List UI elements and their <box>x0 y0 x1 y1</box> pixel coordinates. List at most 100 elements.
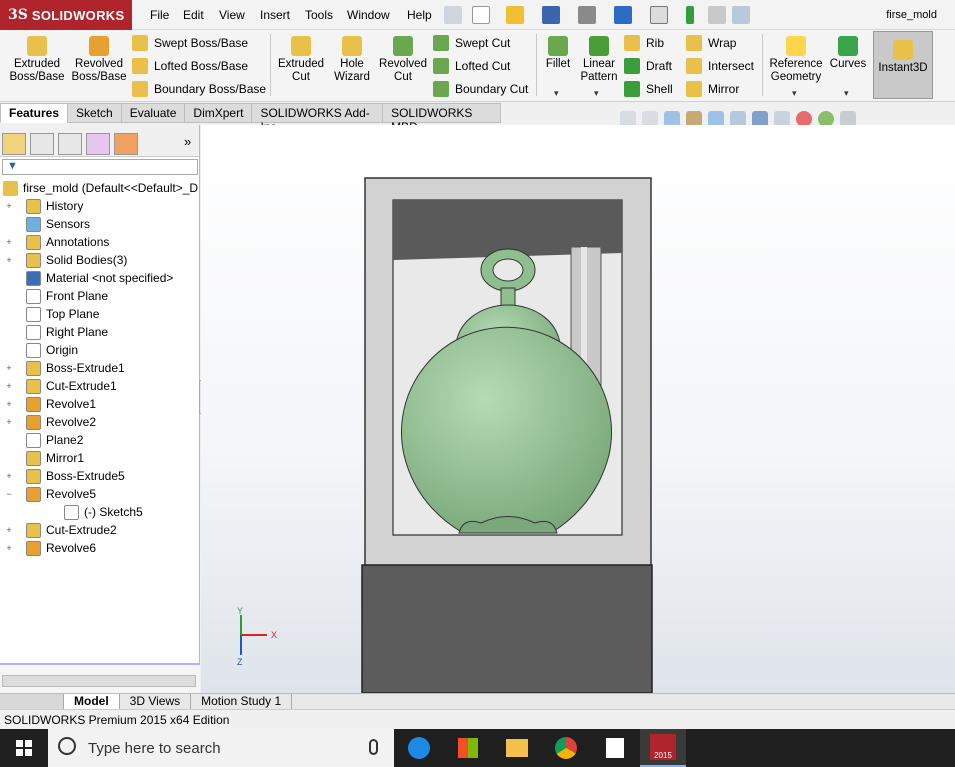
tab-features[interactable]: Features <box>0 103 69 123</box>
fillet-button[interactable]: Fillet <box>542 36 574 71</box>
wrap-button[interactable]: Wrap <box>686 33 736 53</box>
file-explorer-taskbar-icon[interactable] <box>498 733 536 763</box>
extruded-boss-button[interactable]: Extruded Boss/Base <box>8 36 66 84</box>
boundary-cut-button[interactable]: Boundary Cut <box>433 79 528 99</box>
feature-tree-filter[interactable]: ▼ <box>2 159 198 175</box>
hole-wizard-button[interactable]: Hole Wizard <box>328 36 376 84</box>
configuration-manager-tab-icon[interactable] <box>58 133 82 155</box>
menu-edit[interactable]: Edit <box>183 8 204 22</box>
tree-item[interactable]: Right Plane <box>0 323 200 341</box>
graphics-area[interactable]: Y X Z <box>201 125 955 693</box>
tree-item[interactable]: Plane2 <box>0 431 200 449</box>
expand-toggle-icon[interactable]: + <box>4 363 14 373</box>
tree-item[interactable]: (-) Sketch5 <box>0 503 200 521</box>
revolved-cut-button[interactable]: Revolved Cut <box>378 36 428 84</box>
expand-toggle-icon[interactable]: + <box>4 399 14 409</box>
expand-toggle-icon[interactable]: + <box>4 201 14 211</box>
tab-3d-views[interactable]: 3D Views <box>120 694 192 709</box>
print-icon[interactable] <box>578 6 596 24</box>
menu-window[interactable]: Window <box>347 8 390 22</box>
swept-cut-button[interactable]: Swept Cut <box>433 33 510 53</box>
instant3d-button[interactable]: Instant3D <box>873 31 933 99</box>
mirror-button[interactable]: Mirror <box>686 79 739 99</box>
menu-view[interactable]: View <box>219 8 245 22</box>
tree-item[interactable]: Mirror1 <box>0 449 200 467</box>
tree-root[interactable]: firse_mold (Default<<Default>_D <box>0 179 200 197</box>
solidworks-logo[interactable]: 3S SOLIDWORKS <box>0 0 132 30</box>
tree-item[interactable]: Top Plane <box>0 305 200 323</box>
lofted-cut-button[interactable]: Lofted Cut <box>433 56 510 76</box>
menu-insert[interactable]: Insert <box>260 8 290 22</box>
rib-button[interactable]: Rib <box>624 33 664 53</box>
tab-mbd[interactable]: SOLIDWORKS MBD <box>382 103 501 134</box>
expand-tabs-icon[interactable]: » <box>184 134 191 149</box>
new-document-icon[interactable] <box>472 6 490 24</box>
feature-tree-tab-icon[interactable] <box>2 133 26 155</box>
tree-item[interactable]: + History <box>0 197 200 215</box>
reference-geometry-dropdown-icon[interactable]: ▾ <box>792 88 797 99</box>
tab-dimxpert[interactable]: DimXpert <box>184 103 253 123</box>
tree-item[interactable]: + Annotations <box>0 233 200 251</box>
draft-button[interactable]: Draft <box>624 56 672 76</box>
menu-file[interactable]: File <box>150 8 169 22</box>
expand-toggle-icon[interactable]: + <box>4 417 14 427</box>
linear-pattern-dropdown-icon[interactable]: ▾ <box>594 88 599 99</box>
chrome-taskbar-icon[interactable] <box>547 733 585 763</box>
tree-item[interactable]: + Revolve2 <box>0 413 200 431</box>
horizontal-scrollbar[interactable] <box>2 675 196 687</box>
tab-scroll-arrows[interactable] <box>0 694 64 709</box>
tree-item[interactable]: Origin <box>0 341 200 359</box>
expand-toggle-icon[interactable]: + <box>4 471 14 481</box>
reference-geometry-button[interactable]: Reference Geometry <box>767 36 825 84</box>
lofted-boss-button[interactable]: Lofted Boss/Base <box>132 56 248 76</box>
linear-pattern-button[interactable]: Linear Pattern <box>578 36 620 84</box>
display-manager-tab-icon[interactable] <box>114 133 138 155</box>
tree-item[interactable]: + Solid Bodies(3) <box>0 251 200 269</box>
tree-item[interactable]: Sensors <box>0 215 200 233</box>
fillet-dropdown-icon[interactable]: ▾ <box>554 88 559 99</box>
undo-icon[interactable] <box>614 6 632 24</box>
tab-motion-study[interactable]: Motion Study 1 <box>191 694 293 709</box>
tree-item[interactable]: + Cut-Extrude2 <box>0 521 200 539</box>
menu-help[interactable]: Help <box>407 8 432 22</box>
expand-toggle-icon[interactable]: + <box>4 525 14 535</box>
shell-button[interactable]: Shell <box>624 79 673 99</box>
notepad-taskbar-icon[interactable] <box>596 733 634 763</box>
dimxpert-manager-tab-icon[interactable] <box>86 133 110 155</box>
tree-item[interactable]: − Revolve5 <box>0 485 200 503</box>
tab-evaluate[interactable]: Evaluate <box>120 103 186 123</box>
save-icon[interactable] <box>542 6 560 24</box>
expand-toggle-icon[interactable]: + <box>4 237 14 247</box>
pin-icon[interactable] <box>444 6 462 24</box>
tree-item[interactable]: + Cut-Extrude1 <box>0 377 200 395</box>
curves-dropdown-icon[interactable]: ▾ <box>844 88 849 99</box>
revolved-boss-button[interactable]: Revolved Boss/Base <box>70 36 128 84</box>
swept-boss-button[interactable]: Swept Boss/Base <box>132 33 248 53</box>
open-folder-icon[interactable] <box>506 6 524 24</box>
tree-item[interactable]: + Revolve1 <box>0 395 200 413</box>
expand-toggle-icon[interactable]: − <box>4 489 14 499</box>
file-properties-icon[interactable] <box>708 6 726 24</box>
tab-model[interactable]: Model <box>64 694 120 709</box>
tree-item[interactable]: Material <not specified> <box>0 269 200 287</box>
tree-item[interactable]: + Boss-Extrude1 <box>0 359 200 377</box>
options-icon[interactable] <box>732 6 750 24</box>
tab-addins[interactable]: SOLIDWORKS Add-Ins <box>251 103 384 134</box>
intersect-button[interactable]: Intersect <box>686 56 754 76</box>
tree-item[interactable]: + Revolve6 <box>0 539 200 557</box>
menu-tools[interactable]: Tools <box>305 8 333 22</box>
store-taskbar-icon[interactable] <box>449 733 487 763</box>
tab-sketch[interactable]: Sketch <box>67 103 122 123</box>
expand-toggle-icon[interactable]: + <box>4 543 14 553</box>
tree-item[interactable]: + Boss-Extrude5 <box>0 467 200 485</box>
property-manager-tab-icon[interactable] <box>30 133 54 155</box>
curves-button[interactable]: Curves <box>828 36 868 71</box>
tree-item[interactable]: Front Plane <box>0 287 200 305</box>
start-button[interactable] <box>0 729 48 767</box>
boundary-boss-button[interactable]: Boundary Boss/Base <box>132 79 266 99</box>
solidworks-taskbar-icon[interactable]: 2015 <box>640 729 686 767</box>
extruded-cut-button[interactable]: Extruded Cut <box>276 36 326 84</box>
edge-taskbar-icon[interactable] <box>400 733 438 763</box>
select-cursor-icon[interactable] <box>650 6 668 24</box>
expand-toggle-icon[interactable]: + <box>4 381 14 391</box>
